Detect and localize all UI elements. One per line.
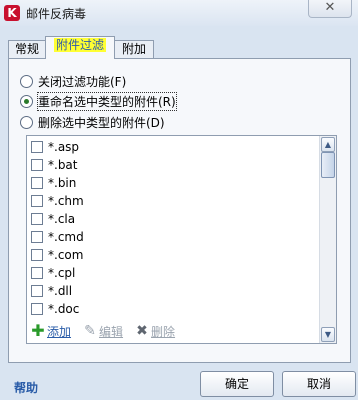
radio-disable-filter[interactable]: 关闭过滤功能(F)	[20, 72, 126, 90]
app-icon: K	[4, 5, 20, 21]
scroll-up-arrow-icon[interactable]: ▲	[321, 137, 335, 152]
radio-rename-attachments-label: 重命名选中类型的附件(R)	[37, 91, 177, 111]
extension-list-items: *.asp *.bat *.bin *.chm *.cla *.cmd *.co…	[27, 136, 320, 320]
x-icon: ✖	[136, 323, 148, 339]
list-item[interactable]: *.chm	[31, 192, 84, 209]
extension-list[interactable]: *.asp *.bat *.bin *.chm *.cla *.cmd *.co…	[26, 135, 337, 344]
ok-button[interactable]: 确定	[200, 371, 274, 397]
list-item-label: *.com	[48, 247, 84, 262]
list-item[interactable]: *.bat	[31, 156, 78, 173]
list-item-label: *.bin	[48, 175, 77, 190]
radio-delete-attachments-label: 删除选中类型的附件(D)	[38, 115, 165, 130]
list-item-label: *.cla	[48, 211, 76, 226]
plus-icon: ✚	[31, 321, 45, 340]
radio-disable-filter-circle[interactable]	[20, 74, 33, 88]
tab-attachment-filter-label: 附件过滤	[53, 38, 106, 52]
list-toolbar: ✚ 添加 ✎ 编辑 ✖ 删除	[31, 322, 187, 340]
list-scrollbar[interactable]: ▲ ▼	[319, 136, 336, 343]
tab-general[interactable]: 常规	[8, 40, 46, 59]
list-item[interactable]: *.bin	[31, 174, 76, 191]
cancel-button[interactable]: 取消	[282, 371, 356, 397]
radio-disable-filter-label: 关闭过滤功能(F)	[38, 74, 127, 89]
radio-rename-attachments-circle[interactable]	[20, 94, 33, 108]
list-item-label: *.asp	[48, 139, 80, 154]
list-item-label: *.dll	[48, 283, 73, 298]
list-item-checkbox[interactable]	[31, 194, 43, 207]
add-button[interactable]: ✚ 添加	[31, 323, 71, 340]
delete-label: 删除	[151, 324, 176, 339]
pencil-icon: ✎	[84, 323, 96, 339]
list-item-label: *.doc	[48, 301, 80, 316]
radio-rename-attachments[interactable]: 重命名选中类型的附件(R)	[20, 91, 177, 111]
title-bar: K 邮件反病毒 ✕	[0, 0, 358, 26]
list-item[interactable]: *.com	[31, 246, 83, 263]
edit-label: 编辑	[99, 324, 124, 339]
scroll-down-arrow-icon[interactable]: ▼	[321, 327, 335, 342]
list-item-checkbox[interactable]	[31, 230, 43, 243]
list-item-checkbox[interactable]	[31, 248, 43, 261]
list-item-checkbox[interactable]	[31, 266, 43, 279]
list-item-checkbox[interactable]	[31, 158, 43, 171]
list-item-label: *.bat	[48, 157, 78, 172]
list-item-checkbox[interactable]	[31, 140, 43, 153]
list-item-checkbox[interactable]	[31, 212, 43, 225]
delete-button[interactable]: ✖ 删除	[135, 323, 175, 340]
help-link[interactable]: 帮助	[14, 379, 38, 396]
list-item-label: *.chm	[48, 193, 84, 208]
scroll-thumb[interactable]	[321, 152, 335, 178]
list-item[interactable]: *.dll	[31, 282, 72, 299]
list-item[interactable]: *.cpl	[31, 264, 75, 281]
list-item-checkbox[interactable]	[31, 176, 43, 189]
radio-delete-attachments-circle[interactable]	[20, 115, 33, 129]
radio-delete-attachments[interactable]: 删除选中类型的附件(D)	[20, 113, 165, 131]
list-item-checkbox[interactable]	[31, 302, 43, 315]
list-item[interactable]: *.cmd	[31, 228, 84, 245]
window-title: 邮件反病毒	[26, 7, 87, 21]
list-item[interactable]: *.doc	[31, 300, 79, 317]
tab-additional-label: 附加	[121, 42, 146, 56]
add-label: 添加	[47, 324, 72, 339]
edit-button[interactable]: ✎ 编辑	[83, 323, 123, 340]
close-button[interactable]: ✕	[308, 0, 352, 18]
tab-general-label: 常规	[14, 42, 39, 56]
tab-attachment-filter[interactable]: 附件过滤	[45, 36, 115, 59]
list-item-label: *.cpl	[48, 265, 76, 280]
list-item-label: *.cmd	[48, 229, 84, 244]
tab-additional[interactable]: 附加	[114, 40, 154, 59]
list-item-checkbox[interactable]	[31, 284, 43, 297]
list-item[interactable]: *.asp	[31, 138, 79, 155]
list-item[interactable]: *.cla	[31, 210, 75, 227]
